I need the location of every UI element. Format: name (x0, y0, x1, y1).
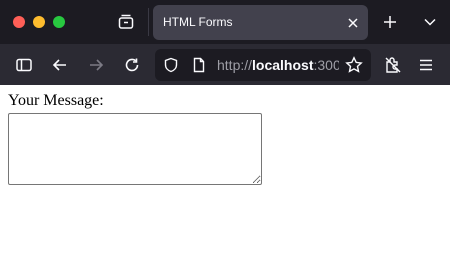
extensions-icon[interactable] (380, 53, 406, 77)
message-label: Your Message: (8, 92, 104, 109)
browser-chrome: HTML Forms http://localhost:300 (0, 0, 450, 85)
close-icon[interactable] (342, 12, 364, 34)
message-textarea[interactable] (8, 113, 262, 185)
minimize-window-button[interactable] (33, 16, 45, 28)
address-bar[interactable]: http://localhost:3000 (155, 49, 371, 81)
url-rest: :3000 (313, 57, 340, 73)
zoom-window-button[interactable] (53, 16, 65, 28)
url-text[interactable]: http://localhost:3000 (217, 57, 339, 73)
hamburger-menu-icon[interactable] (414, 53, 438, 77)
sidebar-icon[interactable] (12, 53, 36, 77)
page-icon[interactable] (189, 55, 209, 75)
tab-list-icon[interactable] (114, 11, 138, 33)
page-content: Your Message: (0, 85, 450, 260)
tab-title: HTML Forms (163, 15, 233, 29)
tab-separator (148, 8, 149, 36)
back-arrow-icon[interactable] (48, 53, 72, 77)
navigation-toolbar: http://localhost:3000 (0, 44, 450, 85)
url-host: localhost (252, 57, 314, 73)
forward-arrow-icon[interactable] (84, 53, 108, 77)
star-icon[interactable] (343, 55, 365, 75)
tab-html-forms[interactable]: HTML Forms (153, 5, 368, 40)
url-prefix: http:// (217, 57, 253, 73)
chevron-down-icon[interactable] (418, 11, 442, 33)
shield-icon[interactable] (161, 55, 181, 75)
close-window-button[interactable] (13, 16, 25, 28)
reload-icon[interactable] (120, 53, 144, 77)
plus-icon[interactable] (378, 11, 402, 33)
tab-bar: HTML Forms (0, 0, 450, 44)
